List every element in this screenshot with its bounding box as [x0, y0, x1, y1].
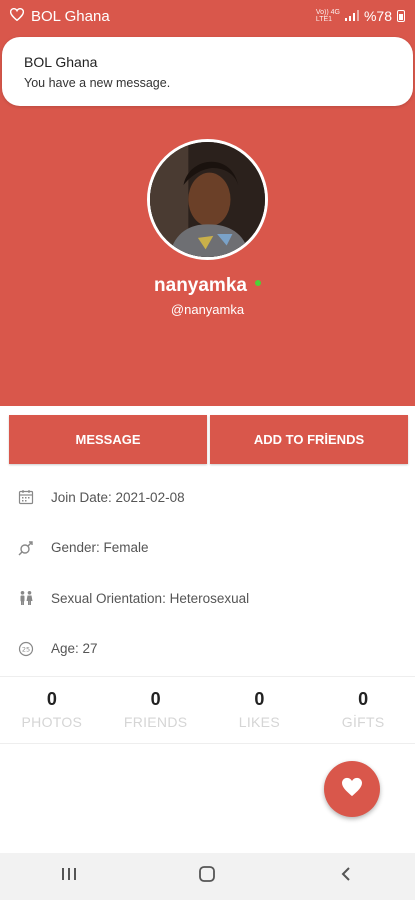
- like-fab-button[interactable]: [324, 761, 380, 817]
- notification-text: You have a new message.: [24, 76, 171, 90]
- gender-icon: [18, 540, 34, 556]
- stat-count: 0: [150, 689, 161, 709]
- profile-info-list: Join Date: 2021-02-08 Gender: Female Sex…: [0, 472, 415, 674]
- home-icon: [198, 865, 216, 888]
- recent-apps-button[interactable]: [39, 857, 99, 897]
- couple-icon: [18, 590, 34, 606]
- stat-count: 0: [254, 689, 265, 709]
- status-bar: BOL Ghana Vo)) 4G LTE1 %78: [0, 0, 415, 32]
- heart-icon: [341, 777, 363, 802]
- age-icon: 25: [18, 641, 34, 657]
- network-bottom: LTE1: [315, 16, 333, 23]
- network-indicator: Vo)) 4G LTE1: [316, 9, 340, 23]
- network-top: Vo)) 4G: [315, 9, 340, 16]
- avatar-photo: [150, 142, 265, 257]
- stat-likes[interactable]: 0 LIKES: [208, 677, 312, 743]
- gender-text: Gender: Female: [51, 540, 149, 556]
- notification-banner[interactable]: BOL Ghana You have a new message.: [2, 37, 413, 106]
- age-text: Age: 27: [51, 641, 98, 657]
- join-date-text: Join Date: 2021-02-08: [51, 489, 185, 505]
- status-app-name: BOL Ghana: [31, 7, 110, 25]
- system-nav-bar: [0, 853, 415, 900]
- online-status-indicator: [254, 280, 261, 286]
- notification-title: BOL Ghana: [24, 54, 98, 70]
- stat-photos[interactable]: 0 PHOTOS: [0, 677, 104, 743]
- stats-bar: 0 PHOTOS 0 FRIENDS 0 LIKES 0 GİFTS: [0, 676, 415, 744]
- status-left: BOL Ghana: [9, 7, 110, 25]
- info-age: 25 Age: 27: [0, 624, 415, 675]
- info-join-date: Join Date: 2021-02-08: [0, 472, 415, 523]
- orientation-text: Sexual Orientation: Heterosexual: [51, 590, 250, 606]
- info-orientation: Sexual Orientation: Heterosexual: [0, 573, 415, 624]
- calendar-icon: [18, 489, 34, 505]
- status-right: Vo)) 4G LTE1 %78: [316, 8, 405, 24]
- stat-count: 0: [46, 689, 57, 709]
- heart-outline-icon: [9, 7, 25, 25]
- svg-text:25: 25: [22, 645, 30, 653]
- message-button[interactable]: MESSAGE: [9, 415, 207, 464]
- stat-label: GİFTS: [341, 714, 385, 730]
- user-handle: @nanyamka: [170, 302, 245, 317]
- recent-apps-icon: [60, 866, 78, 887]
- action-row: MESSAGE ADD TO FRİENDS: [9, 415, 408, 464]
- stat-count: 0: [358, 689, 369, 709]
- stat-label: FRIENDS: [123, 714, 188, 730]
- stat-label: LIKES: [238, 714, 280, 730]
- username-row: nanyamka: [0, 275, 415, 297]
- add-to-friends-button[interactable]: ADD TO FRİENDS: [210, 415, 408, 464]
- avatar[interactable]: [147, 139, 268, 260]
- back-button[interactable]: [316, 857, 376, 897]
- stat-friends[interactable]: 0 FRIENDS: [104, 677, 208, 743]
- home-button[interactable]: [177, 857, 237, 897]
- stat-gifts[interactable]: 0 GİFTS: [311, 677, 415, 743]
- stat-label: PHOTOS: [21, 714, 83, 730]
- signal-icon: [344, 8, 359, 24]
- info-gender: Gender: Female: [0, 523, 415, 574]
- username: nanyamka: [154, 275, 247, 296]
- back-icon: [340, 866, 352, 887]
- battery-percent: %78: [363, 8, 392, 24]
- battery-icon: [397, 10, 405, 22]
